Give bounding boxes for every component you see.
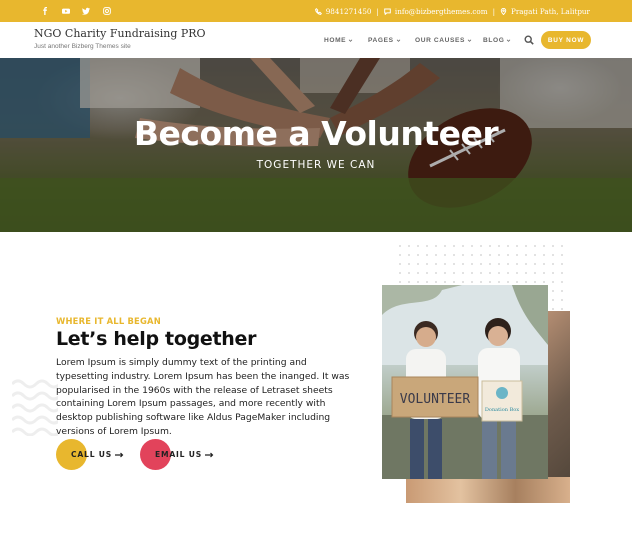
hero-title: Become a Volunteer [133,114,499,153]
facebook-icon[interactable] [35,0,55,22]
volunteers-photo-art: VOLUNTEER Donation Box [382,285,548,479]
section-eyebrow: WHERE IT ALL BEGAN [56,316,161,326]
separator: | [376,6,379,16]
instagram-icon[interactable] [97,0,117,22]
volunteers-photo: VOLUNTEER Donation Box [382,285,548,479]
chevron-down-icon [396,39,400,42]
section-heading: Let’s help together [56,328,257,350]
email-address[interactable]: info@bizbergthemes.com [395,7,488,16]
email-us-label-wrap: EMAIL US [155,439,214,470]
call-us-label: CALL US [71,450,113,459]
nav-blog-label: BLOG [483,37,505,44]
nav-home-label: HOME [324,37,347,44]
site-tagline: Just another Bizberg Themes site [34,43,131,50]
youtube-icon[interactable] [56,0,76,22]
separator: | [492,6,495,16]
chevron-down-icon [348,39,353,42]
search-icon[interactable] [524,35,534,45]
buy-now-button[interactable]: BUY NOW [541,31,591,49]
section-paragraph: Lorem Ipsum is simply dummy text of the … [56,357,350,437]
nav-pages[interactable]: PAGES [368,37,401,44]
call-us-label-wrap: CALL US [71,439,124,470]
chevron-down-icon [507,39,511,42]
phone-number[interactable]: 9841271450 [326,7,372,16]
contact-info: 9841271450 | info@bizbergthemes.com | Pr… [314,0,590,22]
wave-decoration [12,379,58,436]
address: Pragati Path, Lalitpur [510,6,590,16]
phone-icon [314,7,322,15]
nav-home[interactable]: HOME [324,37,353,44]
site-header: NGO Charity Fundraising PRO Just another… [0,22,632,58]
donation-box-text: Donation Box [485,407,519,413]
hero-subtitle: TOGETHER WE CAN [256,159,376,171]
chevron-down-icon [467,39,472,42]
nav-pages-label: PAGES [368,37,394,44]
background-photo-strip [406,477,570,503]
arrow-right-icon [204,452,214,457]
top-bar: 9841271450 | info@bizbergthemes.com | Pr… [0,0,632,22]
hero-banner: Become a Volunteer TOGETHER WE CAN [0,58,632,232]
location-pin-icon [500,7,507,15]
email-us-label: EMAIL US [155,450,202,459]
nav-our-causes-label: OUR CAUSES [415,37,465,44]
nav-our-causes[interactable]: OUR CAUSES [415,37,472,44]
nav-blog[interactable]: BLOG [483,37,511,44]
sign-text: VOLUNTEER [400,392,471,407]
chat-icon [384,8,391,15]
arrow-right-icon [115,452,124,457]
twitter-icon[interactable] [76,0,96,22]
site-title[interactable]: NGO Charity Fundraising PRO [34,27,206,40]
